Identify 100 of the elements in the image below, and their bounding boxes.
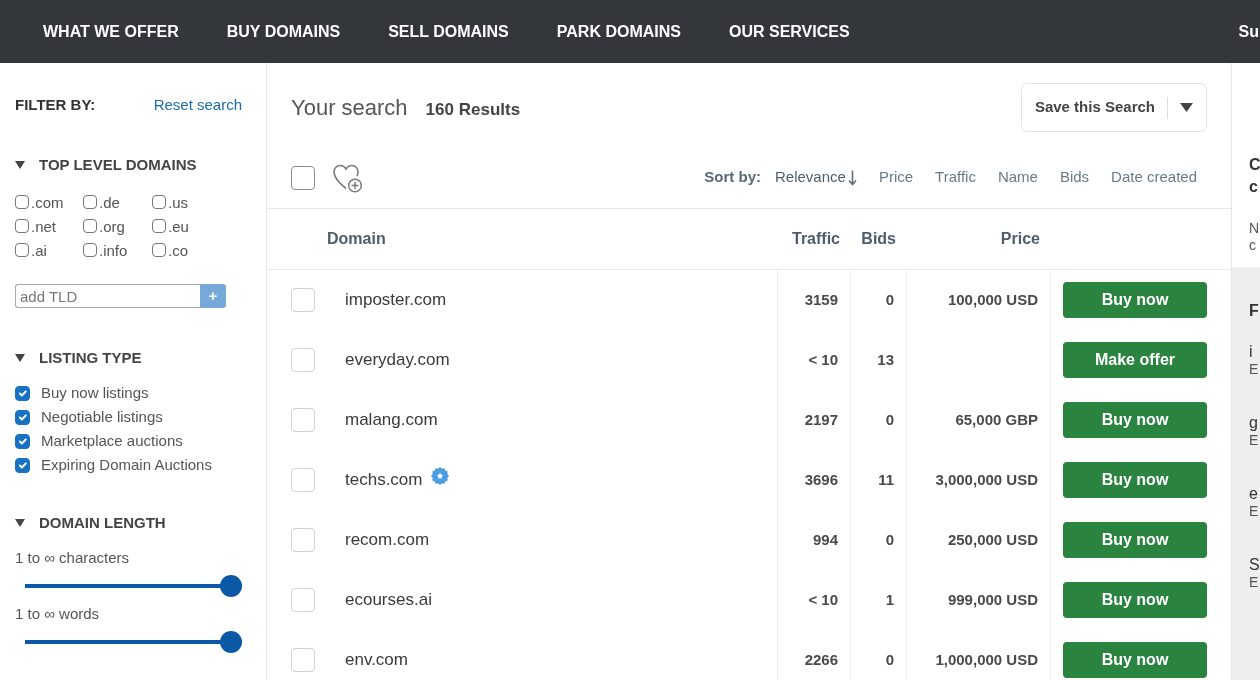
action-button[interactable]: Buy now bbox=[1063, 642, 1207, 678]
column-header[interactable]: Price bbox=[1000, 227, 1040, 251]
list-item-title[interactable]: g bbox=[1249, 414, 1260, 432]
checkbox[interactable] bbox=[152, 243, 166, 257]
domain-name[interactable]: recom.com bbox=[345, 527, 430, 553]
tld-input-field[interactable]: add TLD bbox=[15, 284, 200, 308]
down-arrow-icon bbox=[847, 169, 857, 186]
slider-label: 1 to ∞ words bbox=[15, 604, 101, 624]
table-cell-text: < 10 bbox=[808, 589, 838, 610]
table-cell-text: 13 bbox=[877, 349, 894, 370]
checkbox-label: .org bbox=[99, 217, 125, 238]
action-button[interactable]: Buy now bbox=[1063, 282, 1207, 318]
nav-link[interactable]: BUY DOMAINS bbox=[226, 19, 341, 44]
save-search-button[interactable]: Save this Search bbox=[1020, 83, 1207, 132]
column-header[interactable]: Traffic bbox=[792, 227, 840, 251]
checkbox-label: .de bbox=[99, 193, 120, 214]
sort-option[interactable]: Relevance bbox=[775, 166, 857, 189]
table-cell-text: 0 bbox=[885, 649, 894, 670]
checkbox[interactable] bbox=[15, 219, 29, 233]
body-text: c bbox=[1249, 237, 1257, 254]
filter-heading: FILTER BY: bbox=[15, 94, 96, 115]
checkbox[interactable] bbox=[83, 219, 97, 233]
reset-search-link[interactable]: Reset search bbox=[153, 93, 242, 117]
table-cell-text: 0 bbox=[885, 529, 894, 550]
list-item-subtitle: E bbox=[1249, 574, 1260, 591]
list-item-subtitle: E bbox=[1249, 432, 1260, 449]
table-cell-text: 994 bbox=[812, 529, 838, 550]
column-header[interactable]: Domain bbox=[327, 227, 386, 251]
list-item-title[interactable]: e bbox=[1249, 485, 1260, 503]
checkbox[interactable] bbox=[152, 195, 166, 209]
table-cell-text: 3696 bbox=[804, 469, 838, 490]
results-count: 160 Results bbox=[425, 99, 521, 121]
domain-name[interactable]: techs.com bbox=[345, 467, 423, 493]
sort-option[interactable]: Price bbox=[878, 166, 914, 189]
checkbox[interactable] bbox=[83, 243, 97, 257]
nav-link[interactable]: Su bbox=[1238, 19, 1259, 44]
table-cell-text: 100,000 USD bbox=[947, 289, 1038, 310]
table-cell-text: 999,000 USD bbox=[947, 589, 1038, 610]
checkbox[interactable] bbox=[15, 195, 29, 209]
table-cell-text: 0 bbox=[885, 409, 894, 430]
checkbox-label: Negotiable listings bbox=[41, 406, 163, 427]
section-heading[interactable]: LISTING TYPE bbox=[39, 346, 142, 370]
nav-link[interactable]: PARK DOMAINS bbox=[556, 19, 681, 44]
body-text: N bbox=[1249, 220, 1260, 237]
checkbox[interactable] bbox=[15, 457, 30, 473]
sort-option[interactable]: Bids bbox=[1059, 166, 1090, 189]
row-checkbox[interactable] bbox=[291, 408, 315, 432]
sort-option[interactable]: Date created bbox=[1111, 166, 1197, 189]
sort-option[interactable]: Name bbox=[997, 166, 1038, 189]
action-button[interactable]: Make offer bbox=[1063, 342, 1207, 378]
checkbox-label: .co bbox=[168, 241, 188, 262]
domain-name[interactable]: ecourses.ai bbox=[345, 587, 432, 613]
checkbox-label: .com bbox=[31, 193, 64, 214]
nav-link[interactable]: WHAT WE OFFER bbox=[43, 19, 179, 44]
checkbox-label: .ai bbox=[31, 241, 47, 262]
heart-plus-icon[interactable] bbox=[333, 162, 363, 193]
action-button[interactable]: Buy now bbox=[1063, 522, 1207, 558]
section-heading[interactable]: TOP LEVEL DOMAINS bbox=[39, 153, 197, 177]
domain-name[interactable]: env.com bbox=[345, 647, 408, 673]
checkbox[interactable] bbox=[83, 195, 97, 209]
select-all-checkbox[interactable] bbox=[291, 165, 315, 190]
list-item-title[interactable]: S bbox=[1249, 556, 1260, 574]
section-heading[interactable]: DOMAIN LENGTH bbox=[39, 511, 166, 535]
row-checkbox[interactable] bbox=[291, 648, 315, 672]
checkbox-label: Marketplace auctions bbox=[41, 430, 183, 451]
row-checkbox[interactable] bbox=[291, 588, 315, 612]
heading-text: C bbox=[1249, 155, 1260, 175]
action-button[interactable]: Buy now bbox=[1063, 462, 1207, 498]
nav-link[interactable]: OUR SERVICES bbox=[728, 19, 850, 44]
action-button[interactable]: Buy now bbox=[1063, 582, 1207, 618]
table-cell-text: 1,000,000 USD bbox=[935, 649, 1038, 670]
checkbox-label: Buy now listings bbox=[41, 382, 149, 403]
checkbox[interactable] bbox=[15, 243, 29, 257]
checkbox-label: .info bbox=[99, 241, 128, 262]
checkbox[interactable] bbox=[15, 385, 30, 401]
checkbox[interactable] bbox=[15, 433, 30, 449]
row-checkbox[interactable] bbox=[291, 468, 315, 492]
column-header[interactable]: Bids bbox=[861, 227, 896, 251]
action-button[interactable]: Buy now bbox=[1063, 402, 1207, 438]
table-cell-text: 11 bbox=[878, 469, 894, 490]
table-cell-text: 0 bbox=[885, 289, 894, 310]
row-checkbox[interactable] bbox=[291, 528, 315, 552]
table-cell-text: 2266 bbox=[804, 649, 838, 670]
list-item-title[interactable]: i bbox=[1249, 343, 1260, 361]
sort-label: Sort by: bbox=[704, 167, 761, 188]
checkbox[interactable] bbox=[152, 219, 166, 233]
table-cell-text: 3159 bbox=[804, 289, 838, 310]
domain-name[interactable]: everyday.com bbox=[345, 347, 450, 373]
table-cell-text: < 10 bbox=[808, 349, 838, 370]
row-checkbox[interactable] bbox=[291, 348, 315, 372]
domain-name[interactable]: malang.com bbox=[345, 407, 438, 433]
row-checkbox[interactable] bbox=[291, 288, 315, 312]
domain-name[interactable]: imposter.com bbox=[345, 287, 447, 313]
checkbox-label: .net bbox=[31, 217, 57, 238]
list-item-subtitle: E bbox=[1249, 503, 1260, 520]
sort-option[interactable]: Traffic bbox=[935, 166, 976, 189]
table-cell-text: 1 bbox=[885, 589, 894, 610]
checkbox-label: Expiring Domain Auctions bbox=[41, 454, 212, 475]
nav-link[interactable]: SELL DOMAINS bbox=[388, 19, 509, 44]
checkbox[interactable] bbox=[15, 409, 30, 425]
